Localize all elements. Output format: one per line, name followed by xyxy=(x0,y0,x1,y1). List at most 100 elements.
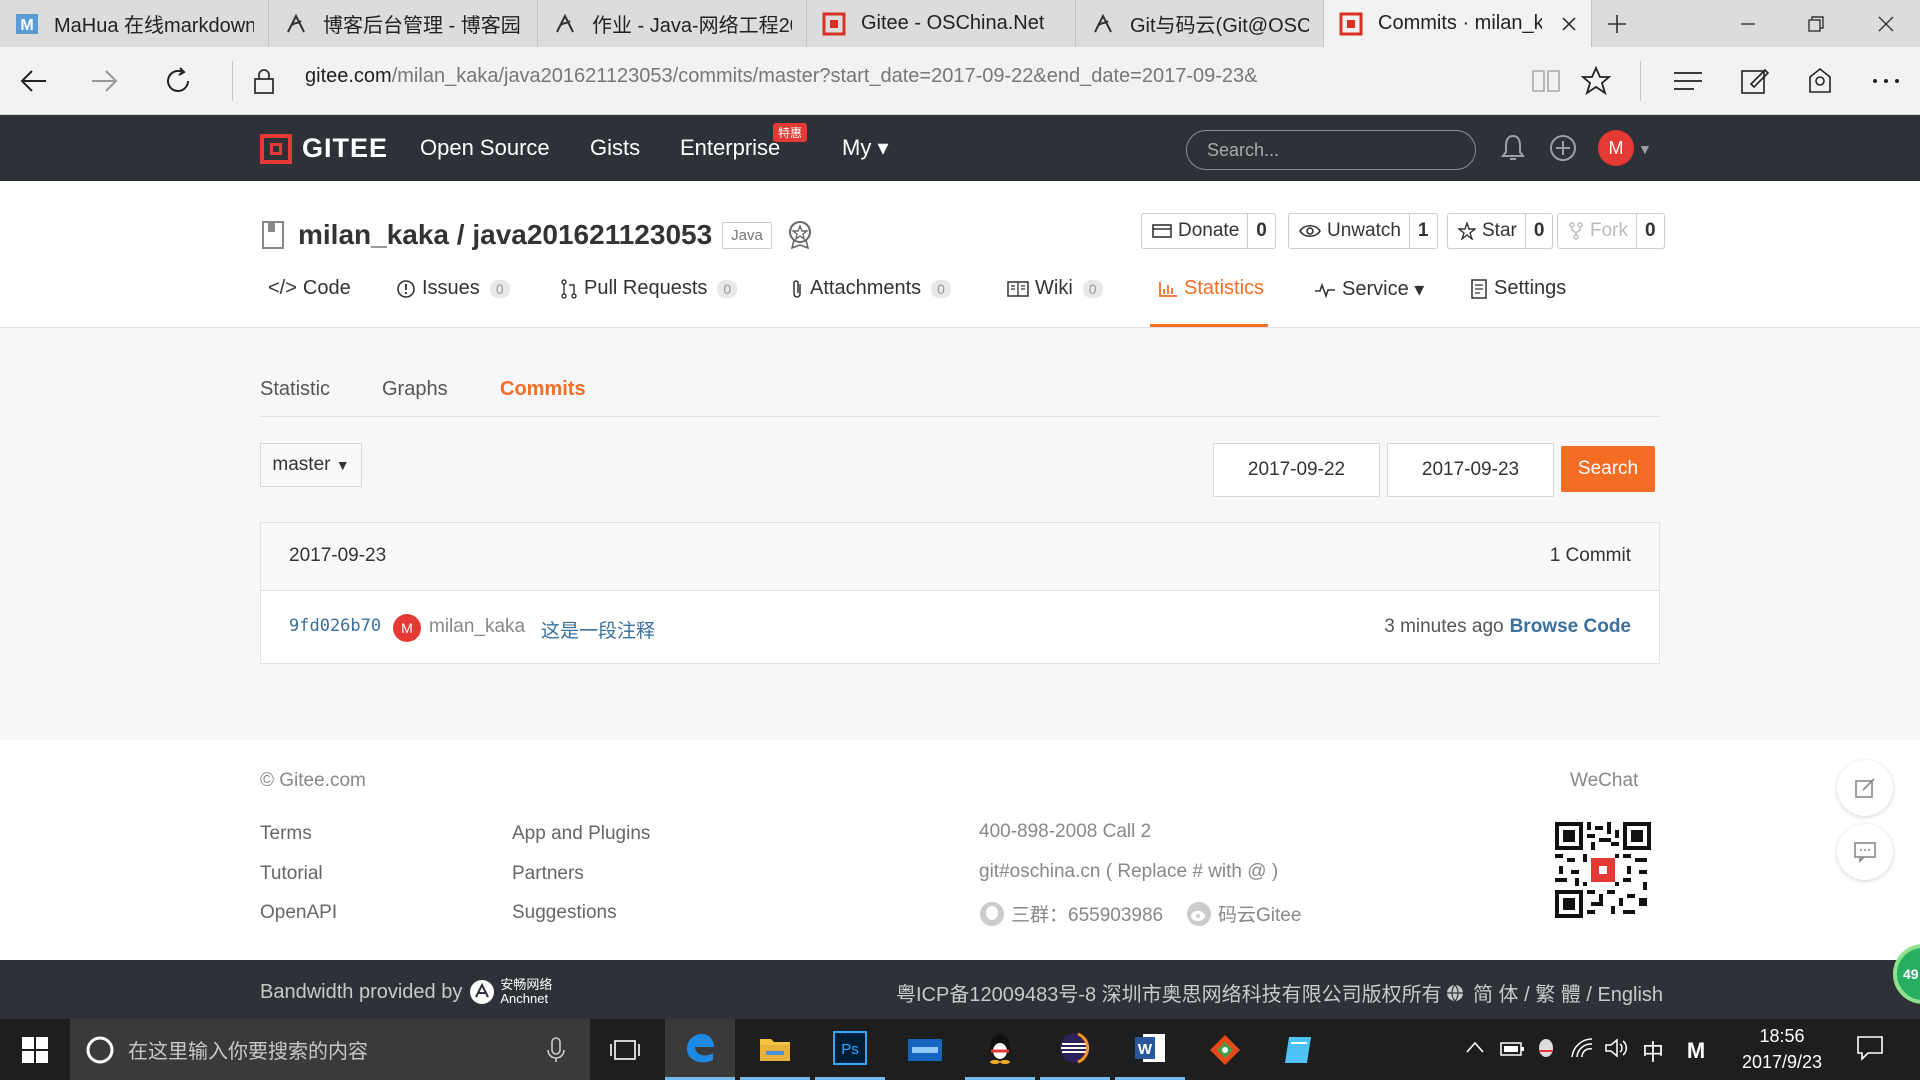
volume-icon[interactable] xyxy=(1604,1037,1628,1059)
plus-circle-icon[interactable] xyxy=(1548,133,1578,163)
tab-service[interactable]: Service ▾ xyxy=(1314,277,1424,302)
url-field[interactable]: gitee.com/milan_kaka/java201621123053/co… xyxy=(305,65,1258,88)
browser-tab-git-osc[interactable]: Git与码云(Git@OSC)入门 xyxy=(1076,0,1324,47)
minimize-button[interactable] xyxy=(1714,0,1782,47)
tab-statistics[interactable]: Statistics xyxy=(1158,277,1264,300)
start-date-input[interactable]: 2017-09-22 xyxy=(1213,443,1380,497)
nav-gists[interactable]: Gists xyxy=(590,135,640,161)
task-view-button[interactable] xyxy=(590,1019,660,1080)
repo-separator: / xyxy=(449,219,473,250)
ime-indicator[interactable]: 中 xyxy=(1642,1035,1664,1067)
issues-count: 0 xyxy=(489,279,510,298)
gitee-logo[interactable]: GITEE xyxy=(260,133,388,164)
unwatch-button[interactable]: Unwatch 1 xyxy=(1288,213,1438,249)
favorite-button[interactable] xyxy=(1572,57,1620,105)
caret-down-icon[interactable]: ▼ xyxy=(1638,141,1652,157)
taskbar-app-qq[interactable] xyxy=(965,1019,1035,1080)
browser-tab-commits[interactable]: Commits · milan_ka xyxy=(1324,0,1592,47)
cnblogs-icon xyxy=(552,11,578,37)
more-button[interactable] xyxy=(1862,57,1910,105)
mahua-tray-icon[interactable]: M xyxy=(1684,1037,1708,1061)
commit-sha-link[interactable]: 9fd026b70 xyxy=(289,616,381,636)
subtab-graphs[interactable]: Graphs xyxy=(382,378,448,401)
close-icon[interactable] xyxy=(1560,15,1577,33)
forward-button[interactable] xyxy=(80,57,128,105)
new-tab-button[interactable] xyxy=(1592,0,1642,47)
taskbar-app-eclipse[interactable] xyxy=(1040,1019,1110,1080)
tab-settings[interactable]: Settings xyxy=(1470,277,1566,300)
fork-button[interactable]: Fork 0 xyxy=(1557,213,1665,249)
repo-full-name[interactable]: milan_kaka / java201621123053 xyxy=(298,219,712,251)
tab-label: Gitee - OSChina.Net xyxy=(861,12,1045,34)
header-search-input[interactable]: Search... xyxy=(1186,130,1476,170)
hub-button[interactable] xyxy=(1664,57,1712,105)
taskbar-app-edge[interactable] xyxy=(665,1019,735,1080)
web-note-button[interactable] xyxy=(1730,57,1778,105)
battery-icon[interactable] xyxy=(1500,1039,1526,1059)
qq-group[interactable]: 三群：655903986 xyxy=(979,900,1163,927)
back-button[interactable] xyxy=(10,57,58,105)
search-button[interactable]: Search xyxy=(1561,446,1655,492)
subtab-statistic[interactable]: Statistic xyxy=(260,378,330,401)
star-button[interactable]: Star 0 xyxy=(1447,213,1554,249)
chevron-up-icon[interactable] xyxy=(1466,1041,1484,1053)
qq-tray-icon[interactable] xyxy=(1536,1037,1556,1061)
tab-code[interactable]: </> Code xyxy=(268,277,351,300)
footer-link-terms[interactable]: Terms xyxy=(260,823,312,845)
tab-wiki[interactable]: Wiki 0 xyxy=(1007,277,1103,300)
commit-author-avatar[interactable]: M xyxy=(393,614,421,642)
taskbar-search[interactable]: 在这里输入你要搜索的内容 xyxy=(70,1019,590,1080)
browse-code-link[interactable]: Browse Code xyxy=(1510,616,1631,637)
reading-view-button[interactable] xyxy=(1522,57,1570,105)
more-icon xyxy=(1873,79,1899,83)
taskbar-app-explorer[interactable] xyxy=(740,1019,810,1080)
footer-link-app-plugins[interactable]: App and Plugins xyxy=(512,823,650,845)
taskbar-app-word[interactable]: W xyxy=(1115,1019,1185,1080)
tab-issues[interactable]: Issues 0 xyxy=(396,277,510,300)
browser-tab-mahua[interactable]: M MaHua 在线markdown xyxy=(0,0,269,47)
taskbar-app-git[interactable] xyxy=(1190,1019,1260,1080)
footer-link-openapi[interactable]: OpenAPI xyxy=(260,902,337,924)
taskbar-app-notes[interactable] xyxy=(1265,1019,1335,1080)
donate-button[interactable]: Donate 0 xyxy=(1141,213,1276,249)
restore-button[interactable] xyxy=(1782,0,1850,47)
footer-link-tutorial[interactable]: Tutorial xyxy=(260,863,323,885)
anchnet-logo[interactable]: 安畅网络 Anchnet xyxy=(500,978,552,1006)
start-button[interactable] xyxy=(0,1019,70,1080)
clock[interactable]: 18:56 2017/9/23 xyxy=(1720,1023,1844,1075)
footer-link-partners[interactable]: Partners xyxy=(512,863,584,885)
refresh-button[interactable] xyxy=(154,57,202,105)
close-window-button[interactable] xyxy=(1852,0,1920,47)
action-center-icon[interactable] xyxy=(1856,1035,1884,1061)
share-button[interactable] xyxy=(1796,57,1844,105)
taskbar-app-battlenet[interactable] xyxy=(890,1019,960,1080)
nav-enterprise[interactable]: Enterprise xyxy=(680,135,780,161)
weibo-link[interactable]: 码云Gitee xyxy=(1186,900,1301,927)
browser-tab-homework[interactable]: 作业 - Java-网络工程20 xyxy=(538,0,807,47)
nav-open-source[interactable]: Open Source xyxy=(420,135,550,161)
taskbar-app-photoshop[interactable]: Ps xyxy=(815,1019,885,1080)
feedback-edit-button[interactable] xyxy=(1837,760,1893,816)
end-date-input[interactable]: 2017-09-23 xyxy=(1387,443,1554,497)
language-badge[interactable]: Java xyxy=(722,221,772,249)
nav-my[interactable]: My ▾ xyxy=(842,135,889,161)
branch-select[interactable]: master ▼ xyxy=(260,443,362,487)
bell-icon[interactable] xyxy=(1500,133,1526,163)
star-label: Star xyxy=(1482,220,1517,241)
repo-owner[interactable]: milan_kaka xyxy=(298,219,449,250)
repo-name[interactable]: java201621123053 xyxy=(472,219,712,250)
tab-pull-requests[interactable]: Pull Requests 0 xyxy=(560,277,738,300)
browser-tab-cnblogs-admin[interactable]: 博客后台管理 - 博客园 xyxy=(269,0,538,47)
language-switcher[interactable]: 简 体 / 繁 體 / English xyxy=(1445,978,1663,1007)
close-icon xyxy=(1878,16,1894,31)
browser-tab-gitee[interactable]: Gitee - OSChina.Net xyxy=(807,0,1076,47)
subtab-commits[interactable]: Commits xyxy=(500,378,586,401)
footer-link-suggestions[interactable]: Suggestions xyxy=(512,902,617,924)
commit-author[interactable]: milan_kaka xyxy=(429,616,525,638)
commit-message-link[interactable]: 这是一段注释 xyxy=(541,616,655,643)
tab-attachments[interactable]: Attachments 0 xyxy=(790,277,951,300)
wifi-icon[interactable] xyxy=(1570,1037,1594,1059)
user-avatar[interactable]: M xyxy=(1598,130,1634,166)
chat-button[interactable] xyxy=(1837,824,1893,880)
icp-license[interactable]: 粤ICP备12009483号-8 深圳市奥思网络科技有限公司版权所有 xyxy=(896,978,1442,1007)
